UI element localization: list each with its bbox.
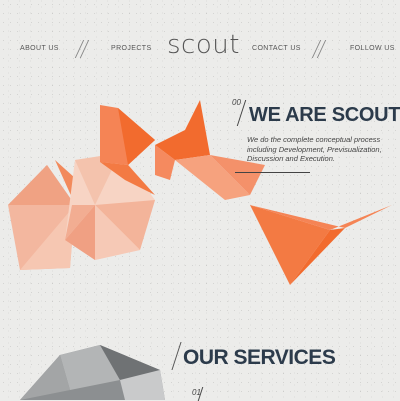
gray-polygon-shape bbox=[20, 345, 165, 400]
hero-divider bbox=[235, 172, 310, 173]
hero-description: We do the complete conceptual process in… bbox=[247, 135, 382, 163]
origami-illustration bbox=[8, 100, 392, 400]
hero-title: WE ARE SCOUT bbox=[249, 104, 400, 126]
services-title: OUR SERVICES bbox=[183, 346, 336, 369]
hero-section-number: 00 bbox=[232, 98, 241, 107]
